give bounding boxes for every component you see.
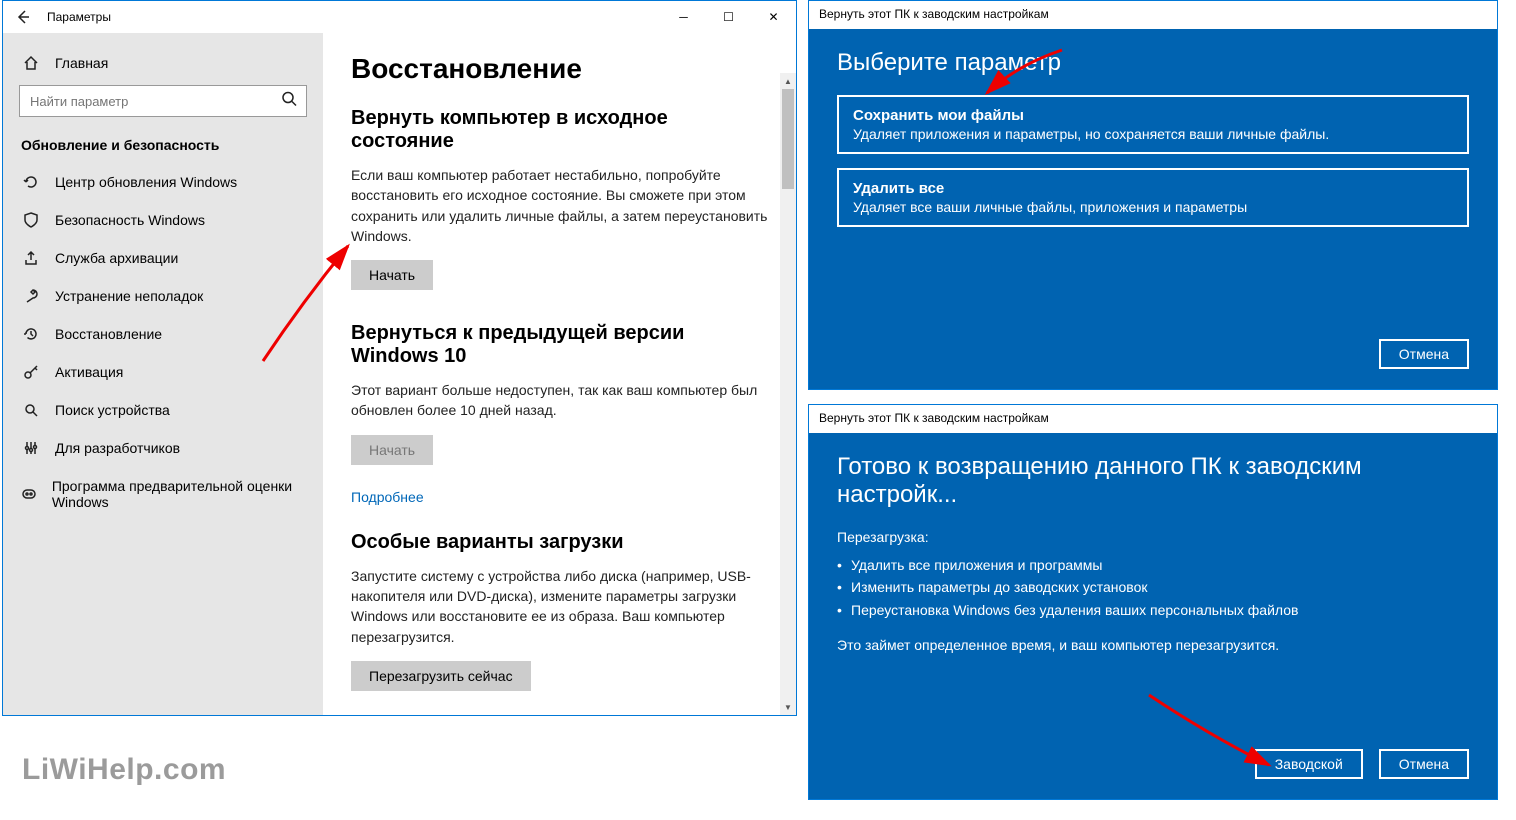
dialog1-heading: Выберите параметр [837,49,1469,77]
home-icon [21,55,41,71]
search-icon [281,91,297,112]
backup-icon [21,250,41,266]
shield-icon [21,212,41,228]
reset-pc-heading: Вернуть компьютер в исходное состояние [351,107,768,153]
reset-pc-text: Если ваш компьютер работает нестабильно,… [351,165,768,246]
search-box [19,85,307,117]
maximize-button[interactable]: ☐ [706,1,751,33]
developers-icon [21,440,41,456]
dialog2-note: Это займет определенное время, и ваш ком… [837,635,1469,656]
advanced-startup-heading: Особые варианты загрузки [351,531,768,554]
key-icon [21,364,41,380]
scroll-down-icon[interactable]: ▼ [780,699,796,715]
back-button[interactable] [11,5,35,29]
search-input[interactable] [19,85,307,117]
minimize-button[interactable]: ─ [661,1,706,33]
advanced-startup-text: Запустите систему с устройства либо диск… [351,566,768,647]
nav-insider[interactable]: Программа предварительной оценки Windows [3,467,323,521]
insider-icon [21,486,38,502]
scroll-up-icon[interactable]: ▲ [780,73,796,89]
arrow-left-icon [15,9,31,25]
factory-reset-button[interactable]: Заводской [1255,749,1363,779]
reset-dialog-choose: Вернуть этот ПК к заводским настройкам В… [808,0,1498,390]
learn-more-link[interactable]: Подробнее [351,489,768,505]
home-nav[interactable]: Главная [3,47,323,79]
dialog1-cancel-button[interactable]: Отмена [1379,339,1469,369]
dialog2-heading: Готово к возвращению данного ПК к заводс… [837,453,1469,509]
category-heading: Обновление и безопасность [3,123,323,163]
page-heading: Восстановление [351,53,768,85]
dialog1-title: Вернуть этот ПК к заводским настройкам [809,1,1497,29]
dialog2-cancel-button[interactable]: Отмена [1379,749,1469,779]
nav-backup[interactable]: Служба архивации [3,239,323,277]
wrench-icon [21,288,41,304]
nav-troubleshoot[interactable]: Устранение неполадок [3,277,323,315]
nav-windows-security[interactable]: Безопасность Windows [3,201,323,239]
option-remove-all[interactable]: Удалить все Удаляет все ваши личные файл… [837,168,1469,227]
option-keep-files-desc: Удаляет приложения и параметры, но сохра… [853,126,1453,142]
nav-recovery[interactable]: Восстановление [3,315,323,353]
refresh-icon [21,174,41,190]
restart-now-button[interactable]: Перезагрузить сейчас [351,661,531,691]
rollback-text: Этот вариант больше недоступен, так как … [351,380,768,421]
option-keep-files-title: Сохранить мои файлы [853,107,1453,124]
titlebar: Параметры ─ ☐ ✕ [3,1,796,33]
dialog2-title: Вернуть этот ПК к заводским настройкам [809,405,1497,433]
watermark: LiWiHelp.com [22,753,226,787]
list-item: Изменить параметры до заводских установо… [837,576,1469,598]
nav-windows-update[interactable]: Центр обновления Windows [3,163,323,201]
history-icon [21,326,41,342]
option-remove-all-title: Удалить все [853,180,1453,197]
nav-find-device[interactable]: Поиск устройства [3,391,323,429]
settings-window: Параметры ─ ☐ ✕ Главная Обновление и без… [2,0,797,716]
main-content: Восстановление Вернуть компьютер в исход… [323,33,796,715]
sidebar: Главная Обновление и безопасность Центр … [3,33,323,715]
rollback-heading: Вернуться к предыдущей версии Windows 10 [351,322,768,368]
scrollbar[interactable]: ▲ ▼ [780,73,796,715]
home-label: Главная [55,55,108,71]
rollback-start-button: Начать [351,435,433,465]
close-button[interactable]: ✕ [751,1,796,33]
find-device-icon [21,402,41,418]
option-remove-all-desc: Удаляет все ваши личные файлы, приложени… [853,199,1453,215]
list-item: Удалить все приложения и программы [837,554,1469,576]
window-title: Параметры [47,10,111,24]
option-keep-files[interactable]: Сохранить мои файлы Удаляет приложения и… [837,95,1469,154]
reset-dialog-ready: Вернуть этот ПК к заводским настройкам Г… [808,404,1498,800]
dialog2-subtitle: Перезагрузка: [837,527,1469,548]
dialog2-list: Удалить все приложения и программы Измен… [837,554,1469,621]
nav-developers[interactable]: Для разработчиков [3,429,323,467]
scrollbar-thumb[interactable] [782,89,794,189]
nav-activation[interactable]: Активация [3,353,323,391]
reset-start-button[interactable]: Начать [351,260,433,290]
list-item: Переустановка Windows без удаления ваших… [837,599,1469,621]
